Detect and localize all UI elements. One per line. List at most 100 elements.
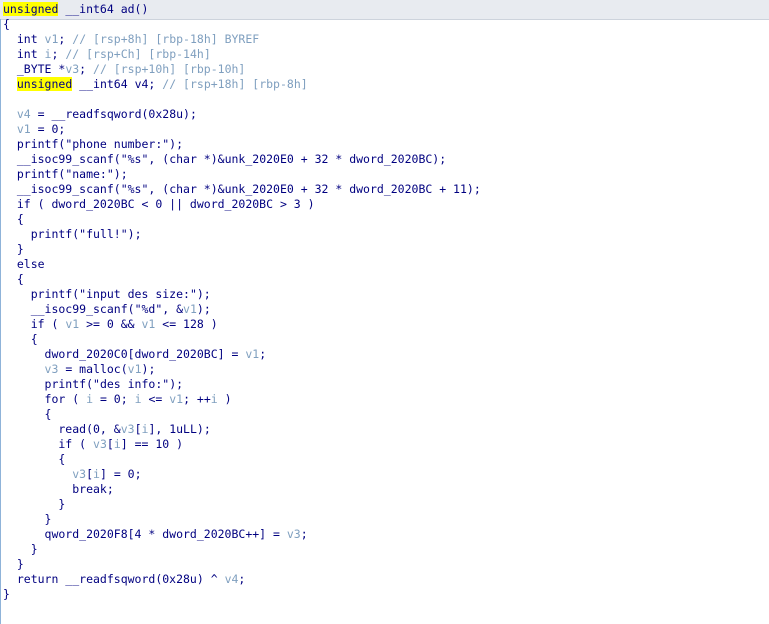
code-line[interactable]: if ( dword_2020BC < 0 || dword_2020BC > … <box>3 197 315 212</box>
code-token: { <box>3 272 24 286</box>
code-token: v4 <box>134 77 149 91</box>
code-line[interactable]: break; <box>3 482 114 497</box>
code-line[interactable]: qword_2020F8[4 * dword_2020BC++] = v3; <box>3 527 308 542</box>
code-token: { <box>3 212 24 226</box>
code-token: i <box>113 437 121 451</box>
code-token: v1 <box>169 392 184 406</box>
code-line[interactable]: printf("phone number:"); <box>3 137 183 152</box>
code-token: if ( <box>3 317 66 331</box>
code-line[interactable]: printf("full!"); <box>3 227 142 242</box>
code-token: { <box>3 17 10 31</box>
code-line[interactable]: { <box>3 332 38 347</box>
code-token: __isoc99_scanf( <box>3 302 135 316</box>
code-token: , ( <box>148 182 170 196</box>
code-token: printf( <box>3 137 66 151</box>
code-token: __isoc99_scanf( <box>3 152 121 166</box>
code-token: { <box>3 332 38 346</box>
code-token: , & <box>162 302 184 316</box>
code-token: v1 <box>44 32 59 46</box>
code-line[interactable]: { <box>3 452 65 467</box>
code-token: "des info:" <box>93 377 170 391</box>
code-line[interactable]: __isoc99_scanf("%s", (char *)&unk_2020E0… <box>3 182 481 197</box>
code-line[interactable]: printf("input des size:"); <box>3 287 211 302</box>
code-token: } <box>3 557 24 571</box>
code-line[interactable]: if ( v3[i] == 10 ) <box>3 437 183 452</box>
code-token: ; <box>79 62 94 76</box>
code-token: __int64 ad() <box>58 2 149 16</box>
code-token: >= 0 && <box>79 317 142 331</box>
code-token: unsigned <box>16 77 73 91</box>
gutter-divider <box>0 19 1 624</box>
code-token: int <box>3 32 45 46</box>
code-line[interactable]: unsigned __int64 ad() <box>3 2 148 17</box>
code-line[interactable]: } <box>3 512 52 527</box>
code-token: } <box>3 512 52 526</box>
code-line[interactable]: v1 = 0; <box>3 122 65 137</box>
code-line[interactable]: } <box>3 542 38 557</box>
code-token: } <box>3 542 38 556</box>
code-line[interactable]: } <box>3 557 24 572</box>
code-token: ); <box>113 167 128 181</box>
code-token: printf( <box>3 167 66 181</box>
code-token: "input des size:" <box>79 287 197 301</box>
code-token: v1 <box>183 302 197 316</box>
code-line[interactable]: } <box>3 497 65 512</box>
code-line[interactable]: if ( v1 >= 0 && v1 <= 128 ) <box>3 317 218 332</box>
code-line[interactable]: int i; // [rsp+Ch] [rbp-14h] <box>3 47 211 62</box>
code-token: v3 <box>65 62 80 76</box>
code-token: = 0; <box>93 392 135 406</box>
code-token: int <box>3 47 45 61</box>
code-token: } <box>3 587 10 601</box>
code-line[interactable]: v3 = malloc(v1); <box>3 362 156 377</box>
code-token: ); <box>127 227 142 241</box>
code-line[interactable]: return __readfsqword(0x28u) ^ v4; <box>3 572 246 587</box>
code-line[interactable]: __isoc99_scanf("%s", (char *)&unk_2020E0… <box>3 152 446 167</box>
code-line[interactable]: v3[i] = 0; <box>3 467 142 482</box>
code-line[interactable]: dword_2020C0[dword_2020BC] = v1; <box>3 347 267 362</box>
code-line[interactable]: else <box>3 257 45 272</box>
code-token: v4 <box>16 107 31 121</box>
code-line[interactable]: __isoc99_scanf("%d", &v1); <box>3 302 211 317</box>
code-token: char * <box>169 152 211 166</box>
code-line[interactable]: } <box>3 242 24 257</box>
code-token: printf( <box>3 377 94 391</box>
code-token: i <box>210 392 218 406</box>
code-token: [ <box>106 437 114 451</box>
code-token: ); <box>169 377 184 391</box>
code-token: ] = 0; <box>99 467 142 481</box>
code-line[interactable]: printf("name:"); <box>3 167 128 182</box>
code-token: ; <box>259 347 267 361</box>
code-line[interactable]: { <box>3 272 24 287</box>
code-token: v1 <box>16 122 31 136</box>
code-line[interactable]: int v1; // [rsp+8h] [rbp-18h] BYREF <box>3 32 259 47</box>
code-line[interactable]: _BYTE *v3; // [rsp+10h] [rbp-10h] <box>3 62 246 77</box>
code-token: v3 <box>286 527 301 541</box>
code-line[interactable]: { <box>3 17 10 32</box>
code-line[interactable]: read(0, &v3[i], 1uLL); <box>3 422 210 437</box>
code-token: } <box>3 242 24 256</box>
code-token: __int64 <box>72 77 135 91</box>
code-token: v3 <box>120 422 135 436</box>
code-token: v4 <box>224 572 239 586</box>
code-token: char * <box>169 182 211 196</box>
code-line[interactable]: unsigned __int64 v4; // [rsp+18h] [rbp-8… <box>3 77 308 92</box>
code-token: "%d" <box>134 302 163 316</box>
code-token: } <box>3 497 66 511</box>
code-line[interactable]: { <box>3 407 52 422</box>
code-line[interactable]: } <box>3 587 10 602</box>
code-line[interactable]: printf("des info:"); <box>3 377 184 392</box>
code-token: { <box>3 452 66 466</box>
code-line[interactable]: for ( i = 0; i <= v1; ++i ) <box>3 392 232 407</box>
code-token: v3 <box>93 437 107 451</box>
code-line[interactable]: { <box>3 212 24 227</box>
code-token: if ( dword_2020BC < 0 || dword_2020BC > … <box>3 197 315 211</box>
code-token: read(0, & <box>3 422 121 436</box>
code-line[interactable]: v4 = __readfsqword(0x28u); <box>3 107 197 122</box>
pseudocode-view[interactable]: unsigned __int64 ad(){ int v1; // [rsp+8… <box>0 0 769 624</box>
code-token: = malloc( <box>58 362 128 376</box>
code-token: break; <box>3 482 114 496</box>
code-token: "%s" <box>120 182 149 196</box>
